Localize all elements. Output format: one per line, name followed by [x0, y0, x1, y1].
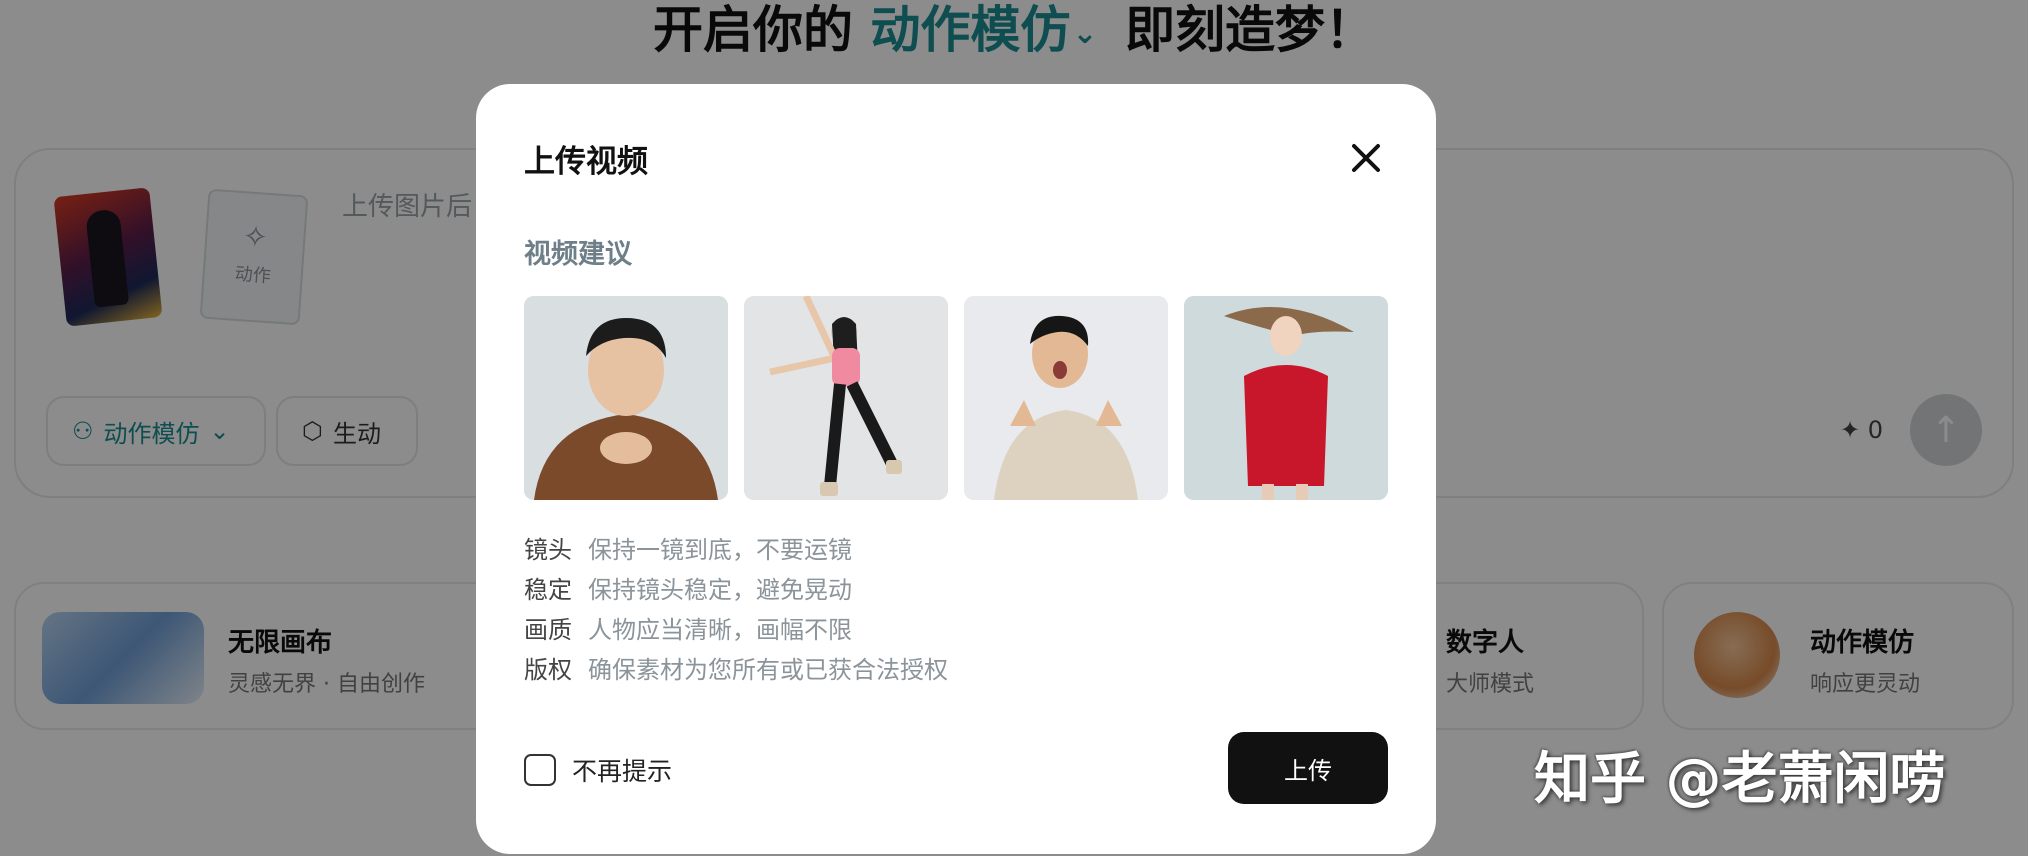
- watermark: 知乎 @老萧闲唠: [1534, 747, 1946, 812]
- example-videos: [524, 296, 1388, 500]
- tip-key: 画质: [524, 616, 572, 644]
- dont-show-again-label: 不再提示: [572, 757, 673, 786]
- tip-row: 版权 确保素材为您所有或已获合法授权: [524, 650, 948, 690]
- tip-row: 镜头 保持一镜到底，不要运镜: [524, 530, 948, 570]
- video-tips: 镜头 保持一镜到底，不要运镜 稳定 保持镜头稳定，避免晃动 画质 人物应当清晰，…: [524, 530, 948, 690]
- tip-value: 人物应当清晰，画幅不限: [588, 616, 852, 644]
- tip-key: 稳定: [524, 576, 572, 604]
- example-video-thumbnail: [744, 296, 948, 500]
- close-icon: [1352, 144, 1380, 172]
- dont-show-again-checkbox[interactable]: [524, 754, 556, 786]
- tip-value: 确保素材为您所有或已获合法授权: [588, 656, 948, 684]
- tip-value: 保持一镜到底，不要运镜: [588, 536, 852, 564]
- upload-button[interactable]: 上传: [1228, 732, 1388, 804]
- tip-row: 稳定 保持镜头稳定，避免晃动: [524, 570, 948, 610]
- dialog-title: 上传视频: [524, 144, 648, 180]
- video-suggestions-heading: 视频建议: [524, 239, 632, 270]
- dont-show-again-toggle[interactable]: 不再提示: [524, 752, 672, 788]
- tip-key: 镜头: [524, 536, 572, 564]
- upload-video-dialog: 上传视频 视频建议 镜头 保持一镜到底，不要运镜 稳定 保持镜头稳定，避免晃动 …: [476, 84, 1436, 854]
- example-video-thumbnail: [524, 296, 728, 500]
- example-video-thumbnail: [964, 296, 1168, 500]
- example-video-thumbnail: [1184, 296, 1388, 500]
- tip-key: 版权: [524, 656, 572, 684]
- close-button[interactable]: [1346, 138, 1386, 178]
- tip-row: 画质 人物应当清晰，画幅不限: [524, 610, 948, 650]
- tip-value: 保持镜头稳定，避免晃动: [588, 576, 852, 604]
